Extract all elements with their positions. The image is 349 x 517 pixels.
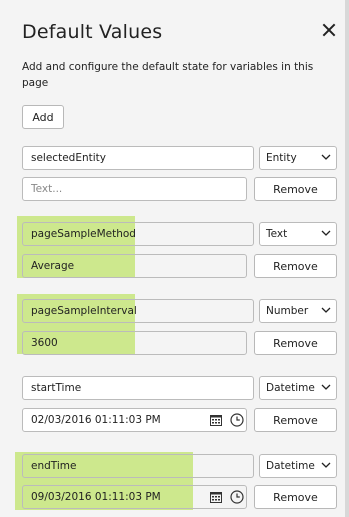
variable-value-input[interactable]: 3600	[22, 331, 247, 355]
clock-icon[interactable]	[230, 413, 244, 427]
variable-type-value: Datetime	[266, 382, 315, 394]
default-values-panel: Default Values Add and configure the def…	[0, 0, 345, 517]
variable-type-value: Entity	[266, 152, 297, 164]
variable-name-input[interactable]: pageSampleMethod	[22, 222, 254, 246]
variable-type-select[interactable]: Entity	[259, 146, 337, 170]
chevron-down-icon	[321, 384, 331, 390]
remove-button[interactable]: Remove	[254, 177, 337, 201]
panel-title: Default Values	[22, 21, 163, 43]
variable-name-input[interactable]: selectedEntity	[22, 146, 254, 170]
remove-button[interactable]: Remove	[254, 485, 337, 509]
datetime-value: 02/03/2016 01:11:03 PM	[31, 414, 161, 426]
variable-type-select[interactable]: Datetime	[259, 376, 337, 400]
variable-type-select[interactable]: Datetime	[259, 454, 337, 478]
chevron-down-icon	[321, 462, 331, 468]
chevron-down-icon	[321, 230, 331, 236]
remove-button[interactable]: Remove	[254, 254, 337, 278]
clock-icon[interactable]	[230, 490, 244, 504]
variable-name-input[interactable]: startTime	[22, 376, 254, 400]
panel-description: Add and configure the default state for …	[22, 61, 314, 89]
variable-name-input[interactable]: endTime	[22, 454, 254, 478]
remove-button[interactable]: Remove	[254, 408, 337, 432]
calendar-icon[interactable]	[210, 491, 222, 503]
variable-name-input[interactable]: pageSampleInterval	[22, 299, 254, 323]
variable-type-select[interactable]: Text	[259, 222, 337, 246]
datetime-value: 09/03/2016 01:11:03 PM	[31, 491, 161, 503]
chevron-down-icon	[321, 307, 331, 313]
variable-type-value: Datetime	[266, 460, 315, 472]
add-button[interactable]: Add	[22, 105, 64, 129]
datetime-picker[interactable]: 09/03/2016 01:11:03 PM	[22, 485, 247, 509]
variable-type-select[interactable]: Number	[259, 299, 337, 323]
chevron-down-icon	[321, 154, 331, 160]
variable-type-value: Text	[266, 228, 288, 240]
close-icon[interactable]	[321, 22, 337, 38]
datetime-picker[interactable]: 02/03/2016 01:11:03 PM	[22, 408, 247, 432]
scrollbar[interactable]	[345, 0, 349, 517]
remove-button[interactable]: Remove	[254, 331, 337, 355]
variable-value-input[interactable]: Text...	[22, 177, 247, 201]
calendar-icon[interactable]	[210, 414, 222, 426]
variable-value-input[interactable]: Average	[22, 254, 247, 278]
variable-type-value: Number	[266, 305, 309, 317]
